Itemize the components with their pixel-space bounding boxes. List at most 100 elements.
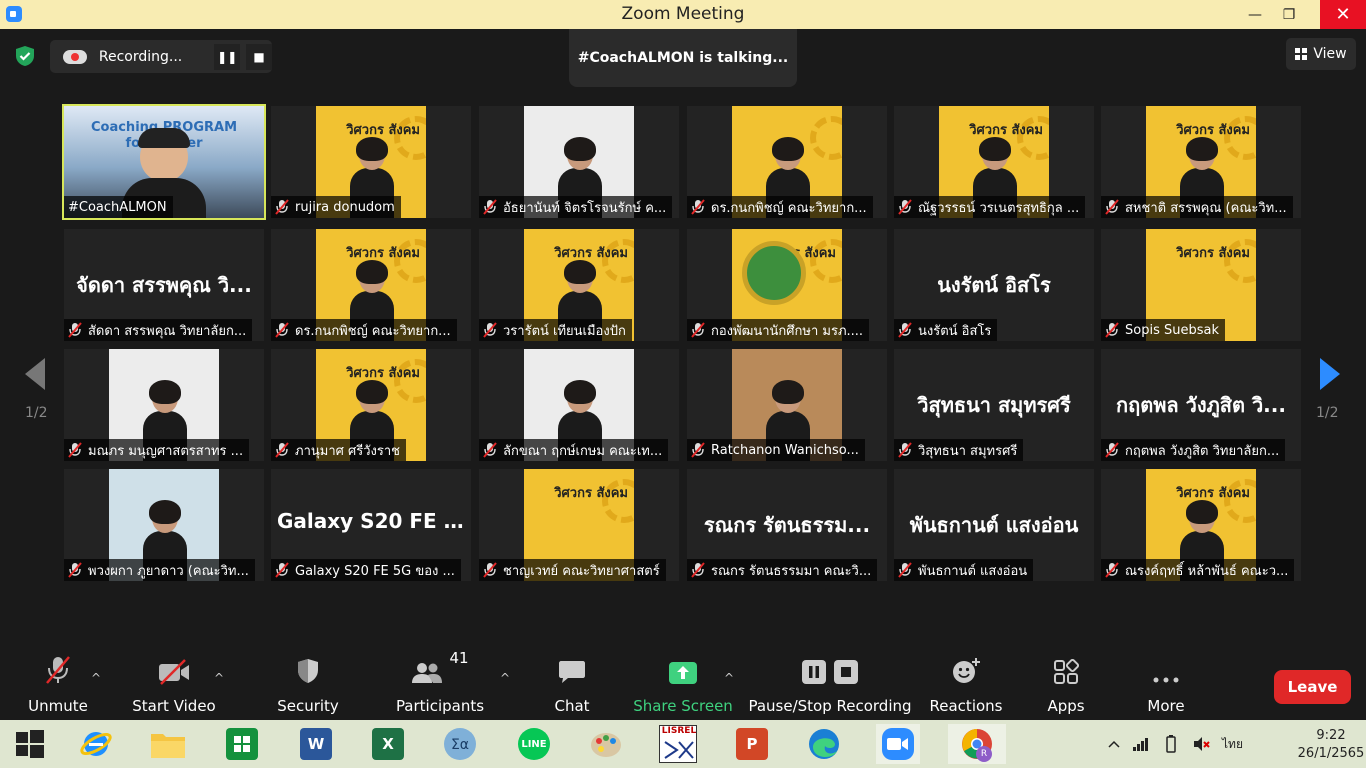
store-bag-icon — [226, 728, 258, 760]
close-window-button[interactable]: ✕ — [1320, 0, 1366, 29]
pause-recording-button[interactable]: ❚❚ — [214, 43, 241, 70]
participant-video-tile[interactable]: วิศวกร สังคม สหชาติ สรรพคุณ (คณะวิท... — [1101, 106, 1301, 218]
participant-name-bar: สัดดา สรรพคุณ วิทยาลัยก... — [64, 319, 253, 341]
participant-video-tile[interactable]: รณกร รัตนธรรม... รณกร รัตนธรรมมา คณะวิ... — [687, 469, 887, 581]
stop-recording-button[interactable]: ■ — [246, 43, 272, 70]
muted-microphone-icon — [46, 656, 70, 684]
more-dots-icon — [1153, 677, 1179, 683]
apps-icon — [1054, 659, 1079, 684]
participant-video-tile[interactable]: นงรัตน์ อิสโร นงรัตน์ อิสโร — [894, 229, 1094, 341]
participant-name-bar: พวงผกา ภูยาดาว (คณะวิท... — [64, 559, 255, 581]
participant-video-tile[interactable]: วิศวกร สังคม rujira donudom — [271, 106, 471, 218]
participant-name-bar: รณกร รัตนธรรมมา คณะวิ... — [687, 559, 878, 581]
participant-video-tile[interactable]: วิศวกร สังคม ณรงค์ฤทธิ์ หล้าพันธ์ คณะว... — [1101, 469, 1301, 581]
reactions-button[interactable]: Reactions — [928, 649, 1004, 720]
line-app-icon: LINE — [518, 728, 550, 760]
participant-video-tile[interactable]: วิศวกร สังคม วรารัตน์ เทียนเมืองปัก — [479, 229, 679, 341]
participant-video-tile[interactable]: วิศวกร สังคม Sopis Suebsak — [1101, 229, 1301, 341]
unmute-button[interactable]: Unmute — [28, 649, 88, 720]
participant-video-tile[interactable]: พวงผกา ภูยาดาว (คณะวิท... — [64, 469, 264, 581]
share-options-caret-icon[interactable]: ^ — [724, 671, 734, 685]
participant-video-tile[interactable]: วิศวกร สังคม ชาญเวทย์ คณะวิทยาศาสตร์ — [479, 469, 679, 581]
view-button[interactable]: View — [1286, 38, 1356, 70]
next-page-arrow-icon[interactable] — [1318, 356, 1342, 392]
participant-display-name: วิสุทธนา สมุทรศรี — [917, 393, 1071, 417]
taskbar-chrome[interactable]: R — [948, 724, 1006, 764]
share-screen-button[interactable]: Share Screen — [633, 649, 733, 720]
leave-button[interactable]: Leave — [1274, 670, 1351, 704]
taskbar-internet-explorer[interactable] — [76, 724, 116, 764]
pause-stop-recording-button[interactable]: Pause/Stop Recording — [748, 649, 912, 720]
participant-name: Sopis Suebsak — [1125, 322, 1219, 338]
participant-name: สัดดา สรรพคุณ วิทยาลัยก... — [88, 323, 247, 339]
poster-text: วิศวกร สังคม — [346, 123, 420, 138]
chat-bubble-icon — [559, 661, 585, 683]
chat-label: Chat — [554, 697, 590, 715]
muted-mic-icon — [1105, 199, 1119, 215]
encryption-shield-icon[interactable] — [14, 45, 36, 67]
participant-name: ลักขณา ฤกษ์เกษม คณะเท... — [503, 443, 663, 459]
taskbar-store[interactable] — [222, 724, 262, 764]
lisrel-icon: LISREL — [659, 725, 697, 763]
poster-text: วิศวกร สังคม — [346, 366, 420, 381]
reactions-label: Reactions — [929, 697, 1003, 715]
network-signal-icon[interactable] — [1132, 736, 1150, 752]
taskbar-math-input[interactable]: Σα — [440, 724, 480, 764]
video-options-caret-icon[interactable]: ^ — [214, 671, 224, 685]
participant-video-tile[interactable]: พันธกานต์ แสงอ่อน พันธกานต์ แสงอ่อน — [894, 469, 1094, 581]
participant-video-tile[interactable]: วิศวกร สังคม ดร.กนกพิชญ์ คณะวิทยาก... — [271, 229, 471, 341]
more-button[interactable]: More — [1138, 649, 1194, 720]
participants-button[interactable]: 41 Participants — [396, 649, 484, 720]
participant-video-tile[interactable]: Galaxy S20 FE 5... Galaxy S20 FE 5G ของ .… — [271, 469, 471, 581]
participant-name: มณภร มนุญศาสตรสาทร ... — [88, 443, 244, 459]
participant-video-tile[interactable]: จัดดา สรรพคุณ วิ... สัดดา สรรพคุณ วิทยาลั… — [64, 229, 264, 341]
participant-video-tile[interactable]: Ratchanon Wanichso... — [687, 349, 887, 461]
show-hidden-icons-chevron-icon[interactable] — [1108, 740, 1120, 748]
participant-name-bar: ภานุมาศ ศรีวังราช — [271, 439, 406, 461]
participant-video-tile[interactable]: มณภร มนุญศาสตรสาทร ... — [64, 349, 264, 461]
input-language-indicator[interactable]: ไทย — [1222, 735, 1243, 754]
maximize-button[interactable]: ❐ — [1266, 0, 1312, 29]
participant-video-tile[interactable]: วิศวกร สังคม ณัฐวรรธน์ วรเนตรสุทธิกุล ... — [894, 106, 1094, 218]
participant-name: Ratchanon Wanichso... — [711, 442, 859, 458]
taskbar-line[interactable]: LINE — [514, 724, 554, 764]
taskbar-file-explorer[interactable] — [148, 724, 188, 764]
start-video-label: Start Video — [132, 697, 216, 715]
audio-options-caret-icon[interactable]: ^ — [91, 671, 101, 685]
security-shield-icon — [298, 659, 318, 683]
muted-mic-icon — [483, 199, 497, 215]
participant-video-tile[interactable]: Coaching PROGRAM for Trainer#CoachALMON — [62, 104, 266, 220]
speaker-muted-icon[interactable] — [1192, 735, 1210, 753]
previous-page-arrow-icon[interactable] — [23, 356, 47, 392]
taskbar-powerpoint[interactable]: P — [732, 724, 772, 764]
participant-display-name: จัดดา สรรพคุณ วิ... — [76, 273, 252, 297]
taskbar-zoom[interactable] — [876, 724, 920, 764]
participant-video-tile[interactable]: อัธยานันท์ จิตรโรจนรักษ์ ค... — [479, 106, 679, 218]
chat-button[interactable]: Chat — [546, 649, 598, 720]
participant-video-tile[interactable]: วิสุทธนา สมุทรศรี วิสุทธนา สมุทรศรี — [894, 349, 1094, 461]
taskbar-paint[interactable] — [586, 724, 626, 764]
taskbar-edge[interactable] — [804, 724, 844, 764]
taskbar-lisrel[interactable]: LISREL — [658, 724, 698, 764]
taskbar-excel[interactable]: X — [368, 724, 408, 764]
apps-label: Apps — [1047, 697, 1085, 715]
participant-name-bar: พันธกานต์ แสงอ่อน — [894, 559, 1034, 581]
participant-video-tile[interactable]: วิศวกร สังคมกองพัฒนานักศึกษา มรภ.... — [687, 229, 887, 341]
participant-name: อัธยานันท์ จิตรโรจนรักษ์ ค... — [503, 200, 667, 216]
participants-options-caret-icon[interactable]: ^ — [500, 671, 510, 685]
taskbar-word[interactable]: W — [296, 724, 336, 764]
start-video-button[interactable]: Start Video — [130, 649, 218, 720]
taskbar-clock[interactable]: 9:22 26/1/2565 — [1296, 727, 1366, 763]
security-button[interactable]: Security — [277, 649, 339, 720]
start-button[interactable] — [10, 724, 50, 764]
battery-icon[interactable] — [1162, 735, 1180, 753]
apps-button[interactable]: Apps — [1040, 649, 1092, 720]
participant-video-tile[interactable]: ลักขณา ฤกษ์เกษม คณะเท... — [479, 349, 679, 461]
muted-mic-icon — [691, 442, 705, 458]
participant-video-tile[interactable]: วิศวกร สังคมภานุมาศ ศรีวังราช — [271, 349, 471, 461]
participant-video-tile[interactable]: กฤตพล วังภูสิต วิ... กฤตพล วังภูสิต วิทยา… — [1101, 349, 1301, 461]
participant-name-bar: ดร.กนกพิชญ์ คณะวิทยาก... — [687, 196, 873, 218]
windows-logo-icon — [16, 730, 44, 758]
window-title: Zoom Meeting — [621, 4, 745, 24]
participant-video-tile[interactable]: ดร.กนกพิชญ์ คณะวิทยาก... — [687, 106, 887, 218]
